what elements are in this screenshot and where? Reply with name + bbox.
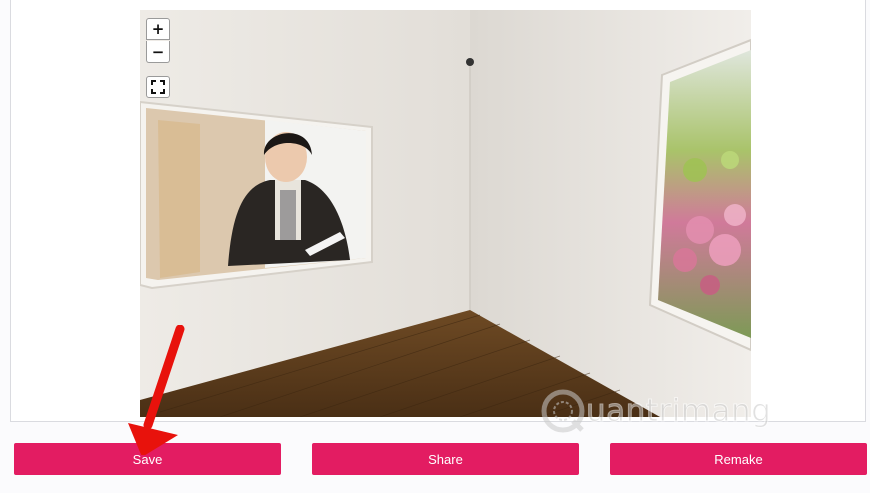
remake-button[interactable]: Remake [610, 443, 867, 475]
share-button[interactable]: Share [312, 443, 579, 475]
save-button[interactable]: Save [14, 443, 281, 475]
cherry-blossom-photo [658, 50, 751, 338]
zoom-in-button[interactable]: + [146, 18, 170, 40]
gallery-room-scene [140, 10, 751, 417]
gallery-3d-viewer[interactable]: + − [140, 10, 751, 417]
fullscreen-icon [151, 80, 165, 94]
zoom-out-button[interactable]: − [146, 41, 170, 63]
fullscreen-button[interactable] [146, 76, 170, 98]
